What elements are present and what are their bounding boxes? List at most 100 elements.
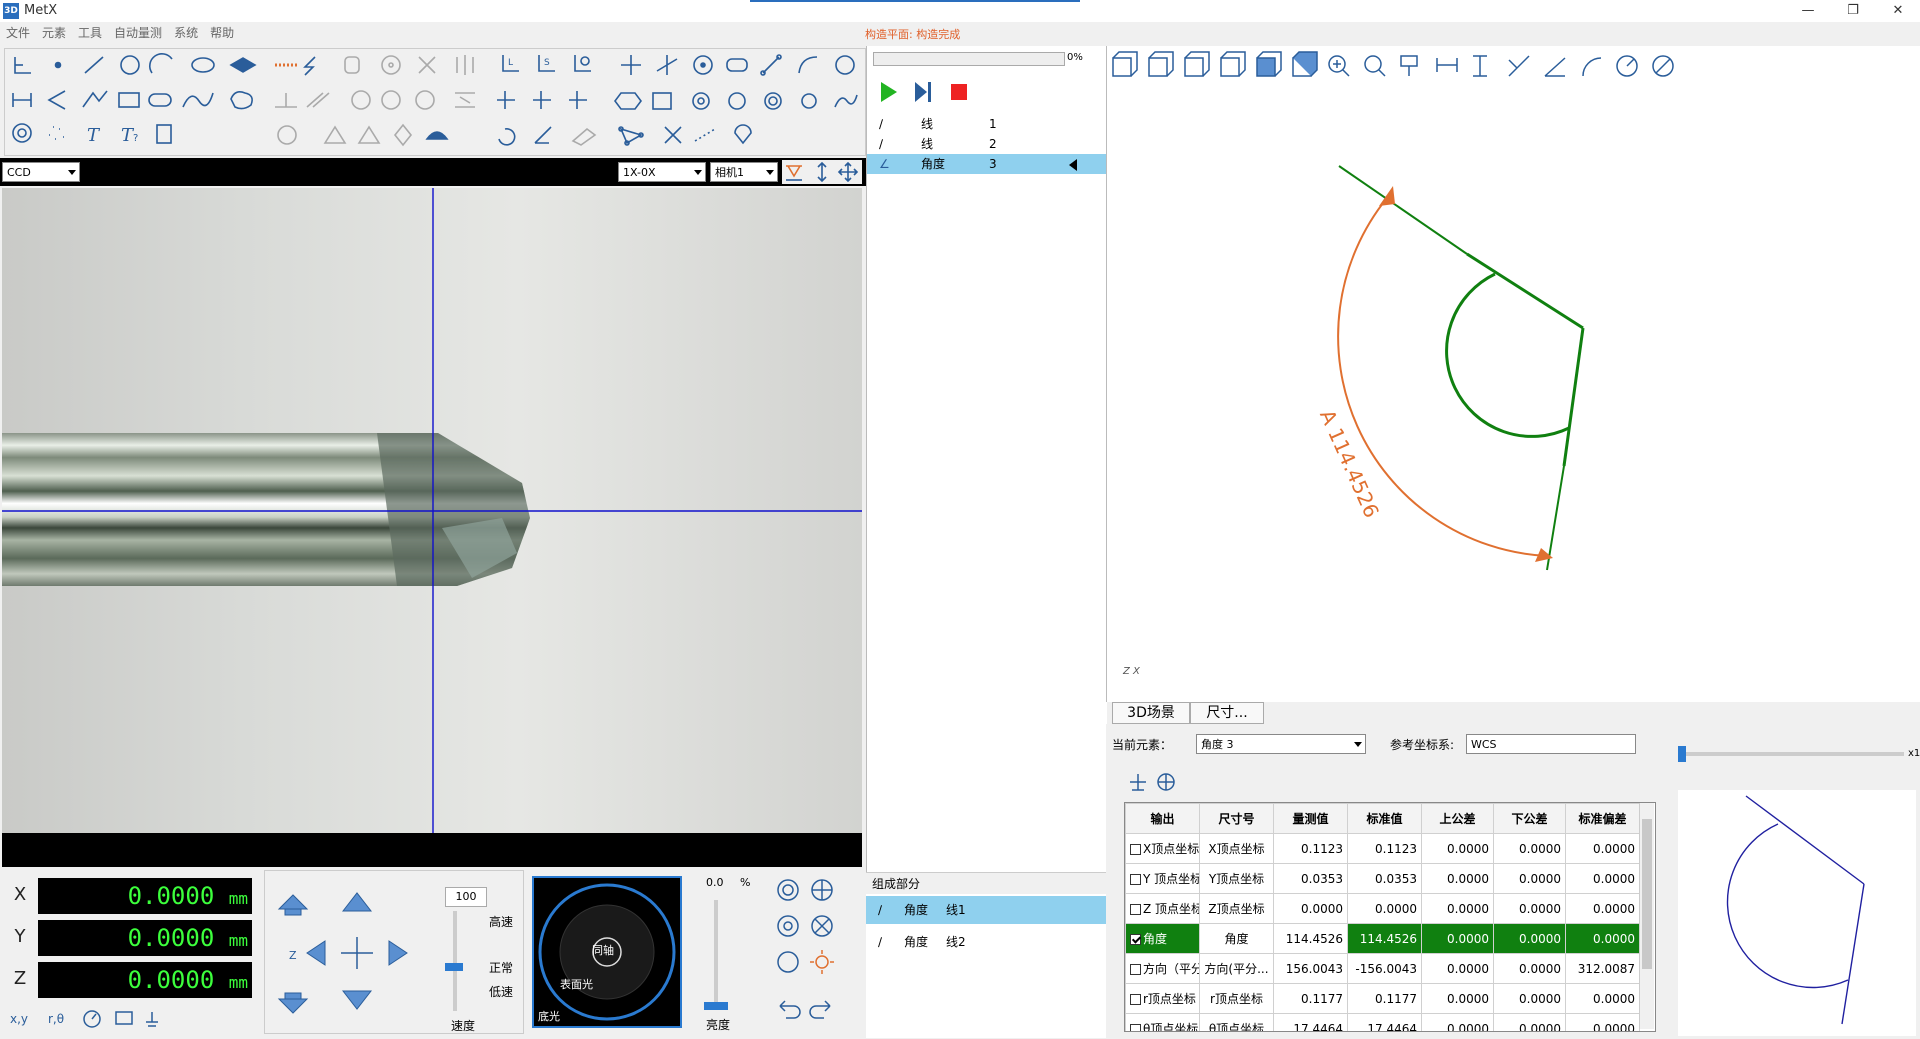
diameter-icon bbox=[1652, 55, 1674, 77]
dro-polar-button[interactable]: r,θ bbox=[48, 1012, 64, 1026]
hand-icon bbox=[344, 56, 360, 74]
round-rect-icon bbox=[148, 93, 172, 107]
line-icon: ∕ bbox=[879, 137, 884, 151]
output-checkbox[interactable] bbox=[1130, 1024, 1141, 1031]
table-scrollbar[interactable] bbox=[1639, 803, 1654, 1029]
output-checkbox[interactable] bbox=[1130, 934, 1141, 945]
column-header[interactable]: 标准偏差 bbox=[1565, 803, 1640, 834]
angle-icon: ∠ bbox=[879, 157, 890, 171]
ref-coord-label: 参考坐标系: bbox=[1390, 738, 1455, 752]
table-cell-name: 方向(平分... bbox=[1199, 953, 1274, 984]
tool-button-coordinate[interactable] bbox=[5, 49, 33, 77]
table-cell-dev: 0.0000 bbox=[1565, 863, 1640, 894]
output-checkbox[interactable] bbox=[1130, 964, 1141, 975]
restore-button[interactable]: ❐ bbox=[1833, 2, 1873, 20]
probe-icon bbox=[146, 1012, 158, 1027]
measurement-table-wrap: 输出 尺寸号 量测值 标准值 上公差 下公差 标准偏差 X顶点坐标 X顶点坐标 0.1123 0.… bbox=[1124, 802, 1656, 1032]
stop-button[interactable] bbox=[949, 80, 973, 104]
menu-auto-measure[interactable]: 自动量测 bbox=[108, 23, 168, 43]
minimize-button[interactable]: — bbox=[1788, 2, 1828, 20]
component-row-1[interactable]: ∕ 角度 线1 bbox=[866, 896, 1106, 924]
zoom-select[interactable]: 1X-0X bbox=[618, 162, 706, 182]
menu-system[interactable]: 系统 bbox=[168, 23, 204, 43]
preview-slider-thumb[interactable] bbox=[1678, 746, 1686, 762]
column-header[interactable]: 上公差 bbox=[1421, 803, 1494, 834]
crosshair-icon bbox=[621, 55, 641, 75]
light-ring-panel[interactable]: 同轴 表面光 底光 bbox=[532, 876, 682, 1028]
output-checkbox[interactable] bbox=[1130, 994, 1141, 1005]
column-header[interactable]: 下公差 bbox=[1493, 803, 1566, 834]
table-cell-upper: 0.0000 bbox=[1421, 953, 1494, 984]
table-cell-dev: 0.0000 bbox=[1565, 833, 1640, 864]
dro-y-value[interactable]: 0.0000 mm bbox=[38, 920, 252, 956]
ring-icon bbox=[728, 92, 746, 110]
step-button[interactable] bbox=[913, 80, 937, 104]
result-panel: 当前元素： 角度 3 参考坐标系: WCS 输出 尺寸号 量测值 标准值 上公差 下公差标… bbox=[1106, 724, 1666, 1039]
play-button[interactable] bbox=[879, 80, 903, 104]
line-icon: ∕ bbox=[878, 903, 883, 917]
tolerance-button[interactable] bbox=[1126, 770, 1148, 792]
table-row[interactable]: 方向（平分 方向(平分... 156.0043 -156.0043 0.0000 0.00… bbox=[1125, 953, 1640, 984]
output-label: r顶点坐标 bbox=[1143, 992, 1196, 1006]
table-row[interactable]: X顶点坐标 X顶点坐标 0.1123 0.1123 0.0000 0.0000 0.0000 bbox=[1125, 833, 1640, 864]
column-header[interactable]: 尺寸号 bbox=[1199, 803, 1274, 834]
motion-panel: Z 100 高速 正常 低速 速度 bbox=[264, 870, 524, 1034]
view-left-icon bbox=[1184, 51, 1210, 77]
camera-source-value: CCD bbox=[7, 166, 31, 179]
table-row[interactable]: θ顶点坐标 θ顶点坐标 17.4464 17.4464 0.0000 0.0000 0.00… bbox=[1125, 1013, 1640, 1031]
step-row-3[interactable]: ∠ 角度 3 bbox=[867, 154, 1107, 174]
column-header[interactable]: 标准值 bbox=[1347, 803, 1422, 834]
dro-z-unit: mm bbox=[228, 973, 248, 992]
position-button[interactable] bbox=[1156, 770, 1178, 792]
brightness-slider-thumb[interactable] bbox=[704, 1002, 728, 1010]
step-row-1[interactable]: ∕ 线 1 bbox=[867, 114, 1107, 134]
current-element-select[interactable]: 角度 3 bbox=[1196, 734, 1366, 754]
output-checkbox[interactable] bbox=[1130, 874, 1141, 885]
output-checkbox[interactable] bbox=[1130, 844, 1141, 855]
speed-slider-track[interactable] bbox=[453, 911, 457, 1011]
table-cell-lower: 0.0000 bbox=[1493, 833, 1566, 864]
cross-icon bbox=[418, 56, 436, 74]
dro-x-row: X 0.0000 mm bbox=[4, 876, 256, 914]
camera-view[interactable] bbox=[2, 188, 862, 833]
dro-xy-button[interactable]: x,y bbox=[10, 1012, 28, 1026]
menu-element[interactable]: 元素 bbox=[36, 23, 72, 43]
speed-value[interactable]: 100 bbox=[445, 887, 487, 907]
column-header[interactable]: 输出 bbox=[1125, 803, 1200, 834]
triangle2-icon bbox=[357, 125, 381, 144]
close-button[interactable]: ✕ bbox=[1878, 2, 1918, 20]
menu-help[interactable]: 帮助 bbox=[204, 23, 240, 43]
menu-file[interactable]: 文件 bbox=[0, 23, 36, 43]
ref-coord-input[interactable]: WCS bbox=[1466, 734, 1636, 754]
table-row[interactable]: Y 顶点坐标 Y顶点坐标 0.0353 0.0353 0.0000 0.0000 0.000… bbox=[1125, 863, 1640, 894]
camera-select[interactable]: 相机1 bbox=[710, 162, 778, 182]
table-row[interactable]: 角度 角度 114.4526 114.4526 0.0000 0.0000 0.0000 bbox=[1125, 923, 1640, 954]
tab-dimension[interactable]: 尺寸... bbox=[1190, 702, 1264, 724]
column-header[interactable]: 量测值 bbox=[1273, 803, 1348, 834]
app-icon: 3D bbox=[3, 3, 19, 19]
step-row-2[interactable]: ∕ 线 2 bbox=[867, 134, 1107, 154]
brightness-slider-track[interactable] bbox=[714, 900, 718, 1004]
zigzag-icon bbox=[82, 90, 108, 108]
brightness-panel: 0.0 % 亮度 bbox=[700, 874, 770, 1034]
scene-panel[interactable]: A 114.4526 Z X bbox=[1106, 46, 1920, 702]
dro-z-value[interactable]: 0.0000 mm bbox=[38, 962, 252, 998]
move-arrows-icon bbox=[837, 161, 859, 183]
speed-slider-thumb[interactable] bbox=[445, 963, 463, 971]
output-checkbox[interactable] bbox=[1130, 904, 1141, 915]
table-cell-measured: 0.0353 bbox=[1273, 863, 1348, 894]
table-cell-dev: 0.0000 bbox=[1565, 983, 1640, 1014]
menu-tools[interactable]: 工具 bbox=[72, 23, 108, 43]
view-iso-icon bbox=[1292, 51, 1318, 77]
table-row[interactable]: Z 顶点坐标 Z顶点坐标 0.0000 0.0000 0.0000 0.0000 0.000… bbox=[1125, 893, 1640, 924]
preview-slider-track[interactable] bbox=[1680, 752, 1904, 756]
camera-toolbar: CCD 1X-0X 相机1 bbox=[0, 158, 866, 186]
table-row[interactable]: r顶点坐标 r顶点坐标 0.1177 0.1177 0.0000 0.0000 0.0000 bbox=[1125, 983, 1640, 1014]
dro-y-number: 0.0000 bbox=[127, 924, 215, 952]
tab-3d-scene[interactable]: 3D场景 bbox=[1112, 702, 1190, 724]
component-row-2[interactable]: ∕ 角度 线2 bbox=[866, 928, 1106, 956]
camera-source-select[interactable]: CCD bbox=[2, 162, 80, 182]
scrollbar-thumb[interactable] bbox=[1642, 819, 1652, 969]
table-cell-upper: 0.0000 bbox=[1421, 923, 1494, 954]
dro-x-value[interactable]: 0.0000 mm bbox=[38, 878, 252, 914]
